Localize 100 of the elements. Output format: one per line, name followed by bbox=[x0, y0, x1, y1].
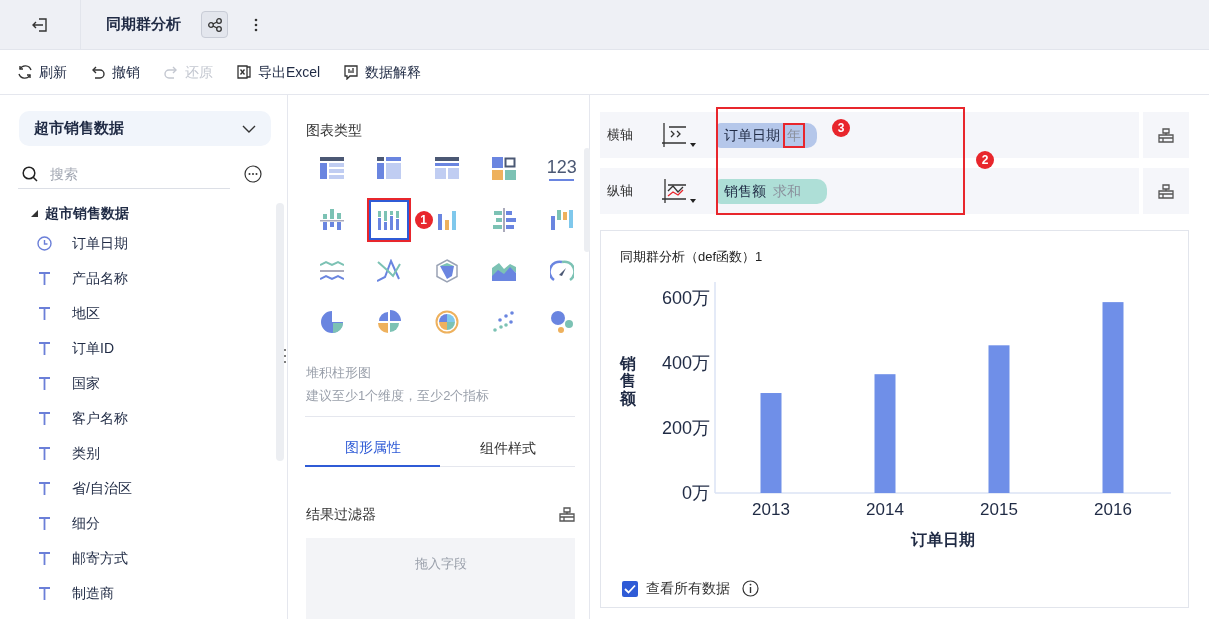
field-item[interactable]: 产品名称 bbox=[0, 261, 240, 296]
search-icon bbox=[22, 165, 38, 182]
table-icon bbox=[377, 157, 402, 181]
field-item[interactable]: 国家 bbox=[0, 366, 240, 401]
bar[interactable] bbox=[988, 344, 1010, 493]
tick-label: 2014 bbox=[866, 499, 904, 519]
field-item[interactable]: 地区 bbox=[0, 296, 240, 331]
chart-type-name: 堆积柱形图 bbox=[306, 364, 372, 382]
radar-icon bbox=[434, 259, 459, 283]
chart-type-option[interactable]: 123 bbox=[539, 147, 584, 191]
dataset-dropdown[interactable]: 超市销售数据 bbox=[19, 111, 271, 146]
redo-icon bbox=[163, 64, 179, 80]
text-type-icon bbox=[37, 411, 52, 426]
tick-label: 2016 bbox=[1094, 499, 1132, 519]
gauge-icon bbox=[549, 259, 574, 283]
tab[interactable]: 图形属性 bbox=[305, 430, 440, 467]
drop-zone: 拖入字段 bbox=[306, 538, 575, 619]
caret-down-icon[interactable] bbox=[31, 210, 38, 217]
callout-badge: 2 bbox=[976, 151, 994, 169]
axis-title: 订单日期 bbox=[911, 529, 976, 550]
text-type-icon bbox=[37, 516, 52, 531]
field-item[interactable]: 订单日期 bbox=[0, 226, 240, 261]
field-item[interactable]: 细分 bbox=[0, 506, 240, 541]
undo-icon bbox=[90, 64, 106, 80]
scatter-icon bbox=[492, 310, 517, 334]
bar[interactable] bbox=[1102, 301, 1124, 493]
chart-type-hint: 建议至少1个维度，至少2个指标 bbox=[306, 386, 491, 405]
axis-chart-icon bbox=[662, 179, 686, 203]
chart-type-option[interactable] bbox=[367, 198, 412, 242]
caret-down-icon bbox=[690, 199, 696, 203]
text-type-icon bbox=[37, 481, 52, 496]
field-item[interactable]: 订单ID bbox=[0, 331, 240, 366]
tab[interactable]: 组件样式 bbox=[440, 430, 575, 467]
sunburst-icon bbox=[434, 310, 459, 334]
axis-title: 销售额 bbox=[620, 354, 636, 408]
more-options-icon[interactable] bbox=[244, 165, 262, 183]
table-icon bbox=[319, 157, 344, 181]
share-button[interactable] bbox=[201, 11, 228, 38]
field-item[interactable]: 省/自治区 bbox=[0, 471, 240, 506]
line-chart-icon bbox=[377, 259, 402, 283]
field-item[interactable]: 客户名称 bbox=[0, 401, 240, 436]
axis-label: 纵轴 bbox=[606, 182, 634, 201]
pie-chart-icon bbox=[377, 310, 402, 334]
text-type-icon bbox=[37, 341, 52, 356]
text-type-icon bbox=[37, 376, 52, 391]
checkbox-label: 查看所有数据 bbox=[646, 579, 730, 598]
tick-label: 2015 bbox=[980, 499, 1018, 519]
scrollbar[interactable] bbox=[584, 148, 590, 252]
caret-down-icon bbox=[690, 143, 696, 147]
range-bar-icon bbox=[549, 208, 574, 232]
line-chart-icon bbox=[319, 259, 344, 283]
table-icon bbox=[434, 157, 459, 181]
field-name: 订单日期 bbox=[724, 125, 780, 145]
field-item[interactable]: 邮寄方式 bbox=[0, 541, 240, 576]
axis-label: 横轴 bbox=[606, 126, 634, 145]
bar[interactable] bbox=[874, 373, 896, 493]
toolbar-button[interactable]: 刷新 bbox=[17, 61, 67, 83]
tick-label: 400万 bbox=[661, 352, 710, 373]
number-glyph: 123 bbox=[546, 157, 577, 176]
toolbar-button[interactable]: 撤销 bbox=[90, 61, 140, 83]
callout-badge: 1 bbox=[414, 211, 433, 229]
tick-label: 0万 bbox=[682, 482, 710, 503]
tick-label: 600万 bbox=[661, 287, 710, 308]
field-pill[interactable]: 销售额 求和 bbox=[717, 178, 827, 204]
tree-group-label[interactable]: 超市销售数据 bbox=[45, 203, 129, 224]
scrollbar[interactable] bbox=[276, 203, 284, 461]
text-type-icon bbox=[37, 271, 52, 286]
chart-comment-icon bbox=[343, 64, 360, 80]
pie-chart-icon bbox=[319, 310, 344, 334]
field-item[interactable]: 类别 bbox=[0, 436, 240, 471]
section-title: 结果过滤器 bbox=[306, 505, 376, 524]
grid-blocks-icon bbox=[492, 157, 517, 181]
bar-chart-icon bbox=[319, 208, 344, 232]
bubble-chart-icon bbox=[549, 310, 574, 334]
toolbar-button[interactable]: 导出Excel bbox=[236, 61, 321, 83]
clock-icon bbox=[37, 236, 52, 251]
text-type-icon bbox=[37, 551, 52, 566]
hierarchy-icon[interactable] bbox=[1158, 127, 1174, 143]
field-pill[interactable]: 订单日期 年 bbox=[717, 122, 817, 148]
horizontal-bar-icon bbox=[492, 208, 517, 232]
hierarchy-icon[interactable] bbox=[1158, 183, 1174, 199]
checkbox[interactable] bbox=[622, 580, 638, 597]
more-icon[interactable] bbox=[254, 17, 258, 32]
drag-handle-icon[interactable] bbox=[283, 348, 287, 364]
hierarchy-icon[interactable] bbox=[559, 507, 575, 522]
tick-label: 2013 bbox=[752, 499, 790, 519]
section-title: 图表类型 bbox=[306, 121, 363, 140]
page-title: 同期群分析 bbox=[106, 14, 181, 35]
search-field[interactable]: 搜索 bbox=[50, 160, 220, 187]
bar[interactable] bbox=[760, 392, 782, 493]
text-type-icon bbox=[37, 586, 52, 601]
info-icon[interactable] bbox=[742, 580, 759, 597]
tick-label: 200万 bbox=[661, 417, 710, 438]
chart-title: 同期群分析（def函数）1 bbox=[620, 248, 764, 266]
share-icon bbox=[206, 16, 223, 33]
field-name: 销售额 bbox=[724, 181, 766, 201]
stacked-bar-icon bbox=[377, 208, 402, 232]
exit-icon[interactable] bbox=[31, 15, 49, 34]
field-item[interactable]: 制造商 bbox=[0, 576, 240, 611]
toolbar-button[interactable]: 数据解释 bbox=[343, 61, 422, 83]
